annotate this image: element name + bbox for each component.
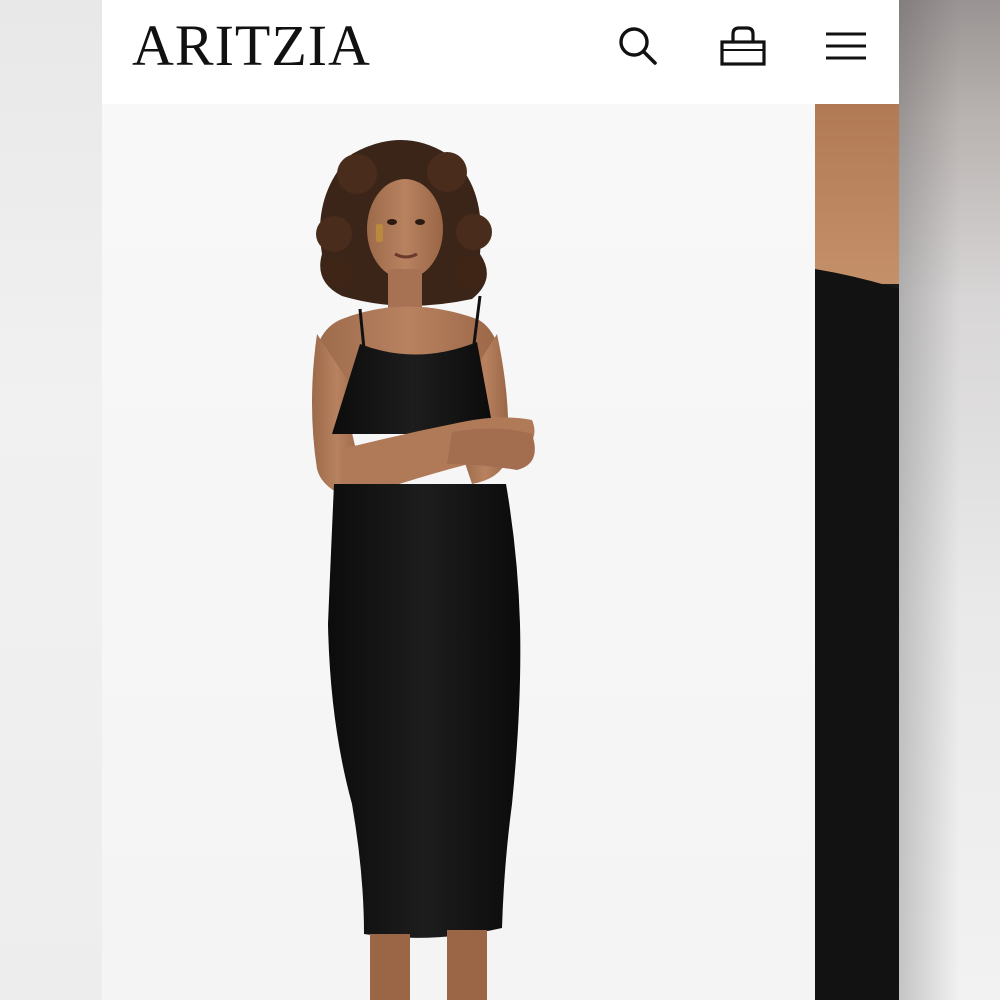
menu-button[interactable] [822, 22, 870, 70]
product-main-image[interactable] [102, 104, 815, 1000]
fabric-detail-image [815, 104, 899, 1000]
shopping-bag-button[interactable] [719, 22, 767, 70]
product-thumbnail[interactable] [815, 104, 899, 1000]
background-blur-left [0, 0, 102, 1000]
search-icon [619, 27, 657, 65]
model-in-black-dress-image [312, 140, 535, 1000]
mobile-screen: ARITZIA [102, 0, 899, 1000]
hamburger-menu-icon [826, 32, 866, 60]
background-blur-right [899, 0, 1000, 1000]
site-header: ARITZIA [102, 0, 899, 104]
search-button[interactable] [614, 22, 662, 70]
brand-logo[interactable]: ARITZIA [132, 16, 371, 76]
shopping-bag-icon [720, 26, 766, 66]
